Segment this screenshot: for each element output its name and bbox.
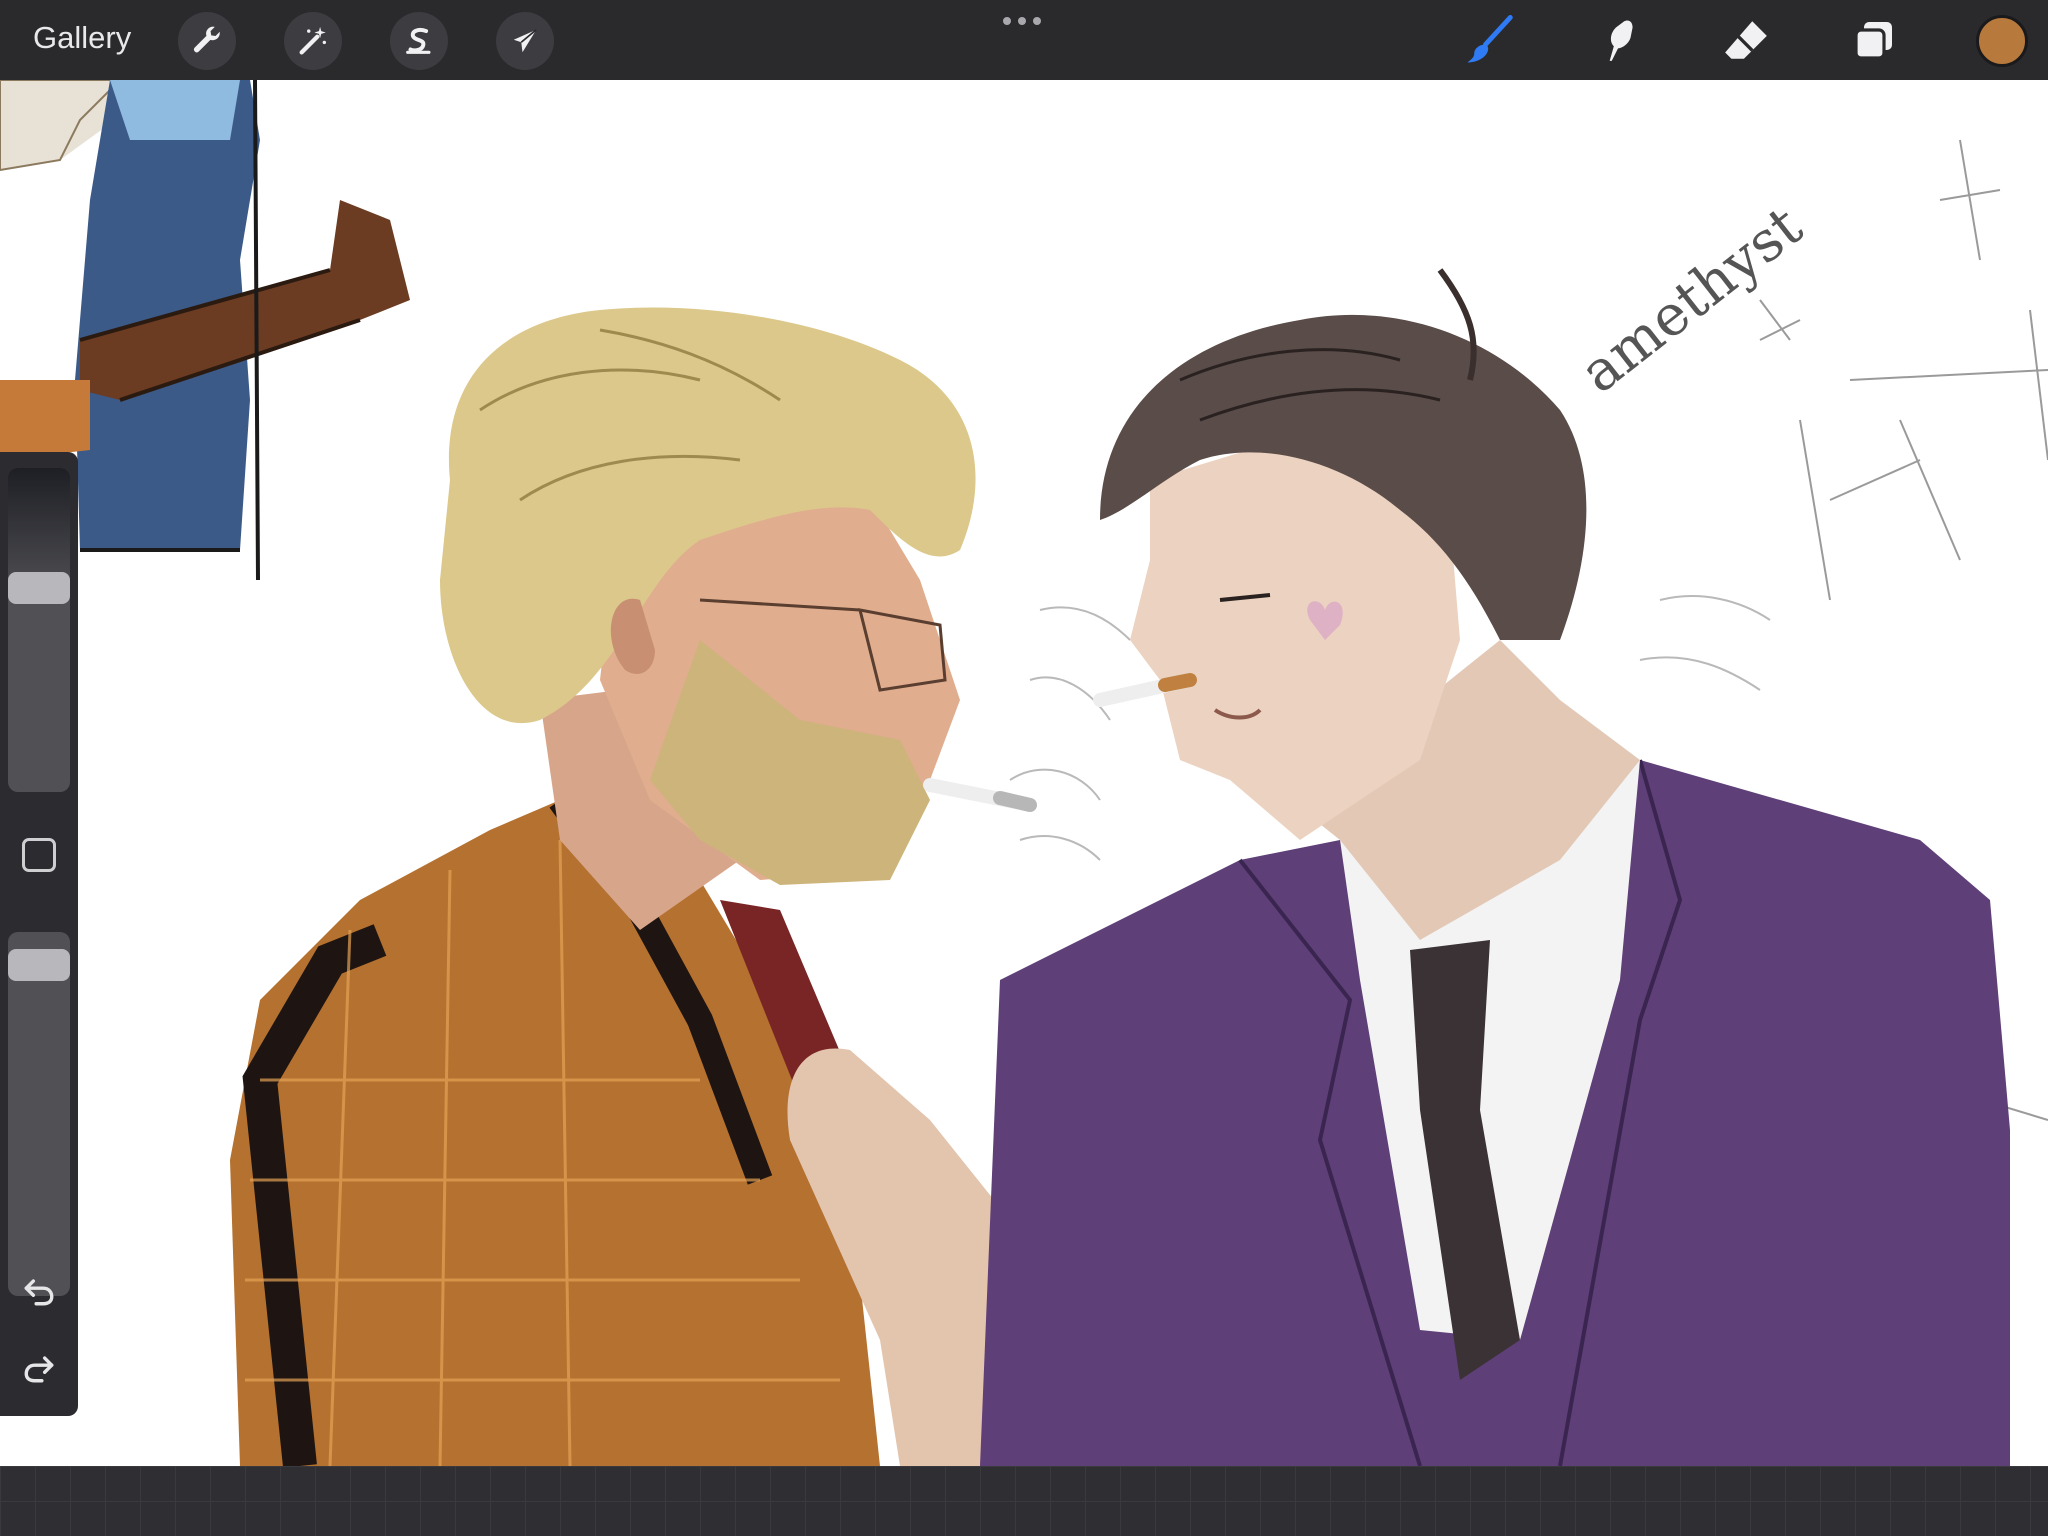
redo-button[interactable] (18, 1347, 60, 1389)
top-toolbar: Gallery (0, 0, 2048, 80)
layers-button[interactable] (1844, 10, 1904, 70)
redo-icon (24, 1356, 54, 1383)
smudge-tool-button[interactable] (1588, 10, 1648, 70)
brush-size-slider[interactable] (8, 468, 70, 792)
selection-button[interactable] (390, 12, 448, 70)
wrench-icon (193, 26, 220, 53)
undo-button[interactable] (18, 1270, 60, 1312)
opacity-slider[interactable] (8, 932, 70, 1296)
ellipsis-icon (1003, 17, 1041, 25)
brush-tool-button[interactable] (1460, 10, 1520, 70)
brush-size-handle[interactable] (8, 572, 70, 605)
canvas-background-grid (0, 1466, 2048, 1536)
gallery-button[interactable]: Gallery (33, 20, 131, 56)
color-swatch[interactable] (1976, 15, 2028, 67)
handwritten-note: amethyst (1569, 194, 1815, 406)
eraser-tool-button[interactable] (1716, 10, 1776, 70)
layers-icon (1854, 22, 1892, 60)
right-figure (980, 268, 2010, 1466)
left-figure (230, 307, 1037, 1466)
opacity-handle[interactable] (8, 948, 70, 981)
adjustments-button[interactable] (284, 12, 342, 70)
transform-button[interactable] (496, 12, 554, 70)
illustration: amethyst (0, 80, 2048, 1466)
arrow-cursor-icon (513, 29, 537, 53)
brush-sidebar (0, 452, 78, 1416)
modify-button[interactable] (22, 838, 56, 872)
eraser-icon (1725, 21, 1767, 59)
smudge-finger-icon (1609, 20, 1633, 61)
drawing-canvas[interactable]: amethyst (0, 80, 2048, 1466)
actions-button[interactable] (178, 12, 236, 70)
more-options-dots[interactable] (1000, 14, 1044, 33)
selection-s-icon (406, 27, 431, 54)
undo-icon (24, 1279, 54, 1306)
magic-wand-icon (299, 26, 327, 55)
brush-icon (1467, 15, 1513, 63)
